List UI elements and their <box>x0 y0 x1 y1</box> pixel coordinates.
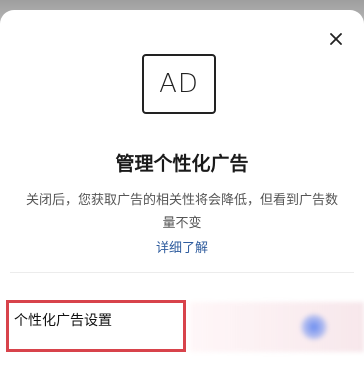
ad-badge-text: AD <box>159 69 199 99</box>
setting-label: 个性化广告设置 <box>14 313 112 329</box>
dialog-title: 管理个性化广告 <box>115 153 249 175</box>
personalized-ad-settings-row[interactable]: 个性化广告设置 <box>0 300 364 358</box>
close-button[interactable] <box>326 29 346 49</box>
ad-settings-sheet: AD 管理个性化广告 关闭后，您获取广告的相关性将会降低，但看到广告数量不变 详… <box>0 10 364 367</box>
learn-more-link[interactable]: 详细了解 <box>0 239 364 259</box>
close-icon <box>330 33 342 45</box>
ad-icon: AD <box>142 54 216 114</box>
dialog-description: 关闭后，您获取广告的相关性将会降低，但看到广告数量不变 <box>25 193 338 231</box>
blurred-region <box>190 302 364 352</box>
divider <box>10 272 354 273</box>
toggle-switch[interactable] <box>300 314 328 340</box>
